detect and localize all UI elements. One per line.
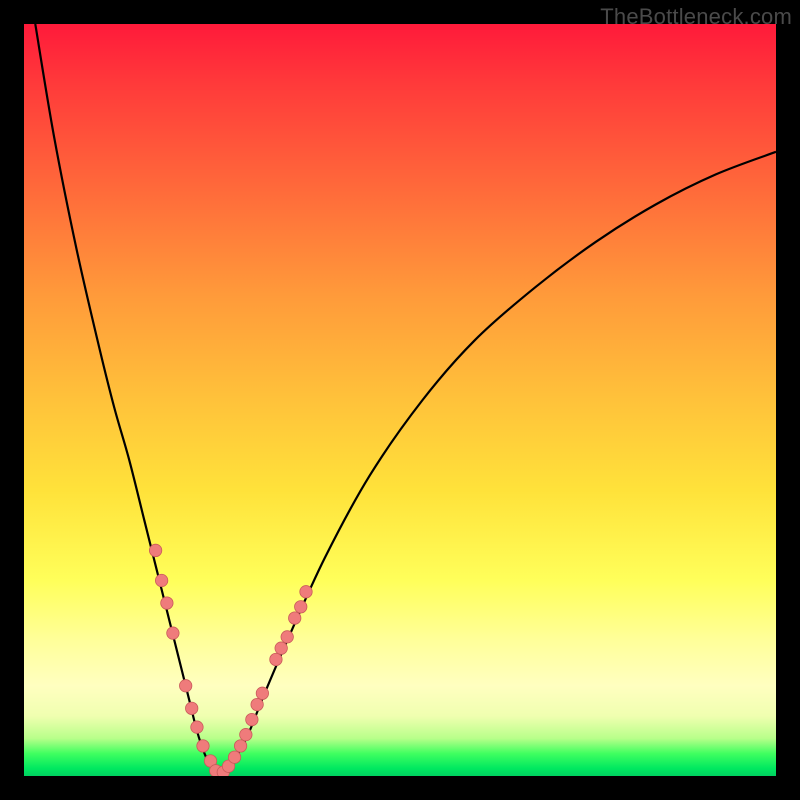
watermark-text: TheBottleneck.com xyxy=(600,4,792,30)
gradient-plot-area xyxy=(24,24,776,776)
